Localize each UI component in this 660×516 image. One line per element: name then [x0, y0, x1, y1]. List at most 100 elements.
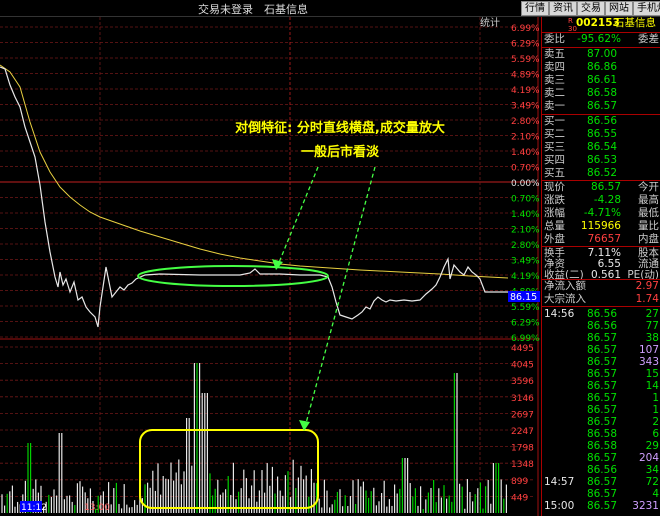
volume-axis-label: 1348	[511, 460, 534, 470]
flow-row: 净流入额 2.97	[542, 280, 660, 293]
volume-bars	[1, 363, 507, 513]
flat-price-highlight	[137, 265, 329, 287]
buy-label: 买二	[544, 128, 565, 140]
price-axis-label: 0.70%	[511, 164, 540, 174]
price-axis-label: 2.10%	[511, 133, 540, 143]
flow-row: 大宗流入 1.74	[542, 293, 660, 306]
buy-label: 买一	[544, 115, 565, 127]
stat-label: 总量	[544, 220, 565, 232]
tick-time: 15:00	[544, 500, 575, 512]
flow-label: 净流入额	[544, 280, 586, 292]
tick-price: 86.57	[586, 500, 617, 512]
sell-row: 卖三 86.61	[542, 74, 660, 87]
mobile-button[interactable]: 手机炒股	[633, 1, 660, 16]
volume-axis-label: 4495	[511, 344, 534, 354]
stat-row: 涨幅 -4.71% 最低	[542, 207, 660, 220]
flow-value: 2.97	[635, 280, 659, 292]
buy-row: 买三 86.54	[542, 141, 660, 154]
stat-label2: 量比	[638, 220, 659, 232]
stat-row: 外盘 76657 内盘	[542, 233, 660, 246]
volume-axis-label: 3596	[511, 377, 534, 387]
sell-price: 87.00	[586, 48, 617, 60]
tick-row: 15:00 86.57 3231	[542, 500, 660, 513]
intraday-chart[interactable]: 6.99% 6.29% 5.59% 4.89% 4.19% 3.49% 2.80% 2.10%…	[0, 17, 540, 516]
stat-label: 外盘	[544, 233, 565, 245]
arrow-to-volume	[304, 166, 376, 428]
buy-price: 86.52	[586, 167, 617, 179]
volume-axis-label: 2697	[511, 410, 534, 420]
trade-button[interactable]: 交易	[577, 1, 605, 16]
buy-row: 买四 86.53	[542, 154, 660, 167]
sell-label: 卖五	[544, 48, 565, 60]
stat-row: 现价 86.57 今开	[542, 181, 660, 194]
buy-price: 86.53	[586, 154, 617, 166]
login-status: 交易未登录	[198, 3, 253, 16]
stock-header: R 30 002153 石基信息	[542, 17, 660, 33]
volume-axis-label: 449	[511, 493, 528, 503]
price-axis-label: 0.70%	[511, 195, 540, 205]
average-price-line	[0, 64, 509, 279]
stat-label2: 最低	[638, 207, 659, 219]
price-axis-label: 6.29%	[511, 319, 540, 329]
price-axis-label: 4.19%	[511, 86, 540, 96]
title-bar: 交易未登录 石基信息 行情 资讯 交易 网站 手机炒股	[0, 0, 660, 17]
stat-row: 总量 115966 量比	[542, 220, 660, 233]
stat-label: 统计	[480, 17, 500, 29]
price-axis-label: 0.00%	[511, 179, 540, 189]
buy-label: 买四	[544, 154, 565, 166]
price-axis-label: 2.80%	[511, 241, 540, 251]
volume-axis-label: 2247	[511, 427, 534, 437]
annotation-line-2: 一般后市看淡	[300, 145, 379, 160]
sell-row: 卖四 86.86	[542, 61, 660, 74]
price-axis-label: 4.19%	[511, 272, 540, 282]
price-axis-label: 4.89%	[511, 71, 540, 81]
volume-axis-label: 1798	[511, 444, 534, 454]
stat-row: 涨跌 -4.28 最高	[542, 194, 660, 207]
stat-value: 76657	[587, 233, 621, 245]
price-axis-label: 6.99%	[511, 334, 540, 344]
buy-label: 买三	[544, 141, 565, 153]
price-axis-label: 3.49%	[511, 102, 540, 112]
price-axis-label: 6.99%	[511, 24, 540, 34]
volume-axis-label: 4045	[511, 361, 534, 371]
buy-price: 86.54	[586, 141, 617, 153]
annotation-line-1: 对倒特征: 分时直线横盘,成交量放大	[235, 121, 445, 136]
stat-value: -4.28	[593, 194, 621, 206]
price-axis-label: 1.40%	[511, 210, 540, 220]
flow-label: 大宗流入	[544, 293, 586, 305]
stat-label: 涨幅	[544, 207, 565, 219]
ratio-row: 委比 -95.62% 委差	[544, 33, 659, 45]
website-button[interactable]: 网站	[605, 1, 633, 16]
news-button[interactable]: 资讯	[549, 1, 577, 16]
stat-label2: 最高	[638, 194, 659, 206]
current-price-tag: 86.15	[510, 292, 537, 303]
sell-row: 卖五 87.00	[542, 48, 660, 61]
time-label-mid: 13:00	[84, 503, 110, 513]
sell-label: 卖三	[544, 74, 565, 86]
price-axis-label: 5.59%	[511, 55, 540, 65]
flow-value: 1.74	[635, 293, 659, 305]
price-axis-label: 3.49%	[511, 257, 540, 267]
market-button[interactable]: 行情	[521, 1, 549, 16]
sell-price: 86.57	[586, 100, 617, 112]
price-line	[0, 66, 508, 328]
sell-label: 卖四	[544, 61, 565, 73]
stat-value: 86.57	[590, 181, 621, 193]
price-axis-label: 5.59%	[511, 303, 540, 313]
buy-row: 买五 86.52	[542, 167, 660, 180]
sell-label: 卖二	[544, 87, 565, 99]
time-label-left: 11:12	[21, 503, 47, 513]
stat-value: 115966	[580, 220, 621, 232]
sell-price: 86.86	[586, 61, 617, 73]
volume-axis-label: 899	[511, 477, 528, 487]
stat-label2: 内盘	[638, 233, 659, 245]
title-stock-name: 石基信息	[264, 3, 308, 16]
buy-row: 买一 86.56	[542, 115, 660, 128]
volume-axis-label: 3146	[511, 394, 534, 404]
quote-panel: R 30 002153 石基信息 委比 -95.62% 委差 卖五 87.00 卖四…	[541, 17, 660, 516]
tick-volume: 3231	[632, 500, 659, 512]
buy-label: 买五	[544, 167, 565, 179]
sell-price: 86.61	[586, 74, 617, 86]
buy-price: 86.55	[586, 128, 617, 140]
buy-row: 买二 86.55	[542, 128, 660, 141]
